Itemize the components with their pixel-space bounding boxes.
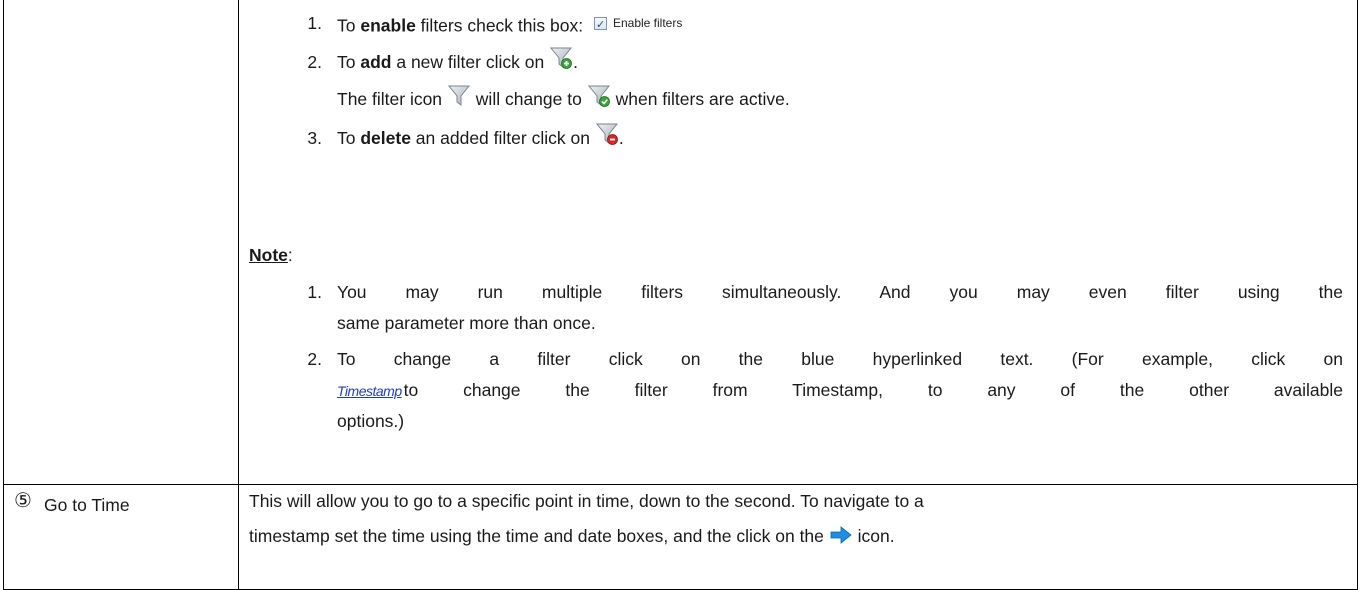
go-to-time-text: This will allow you to go to a specific … <box>249 490 924 511</box>
filters-row-content-cell: 1. To enable filters check this box: Ena… <box>238 0 1358 485</box>
step-text: . <box>573 52 578 72</box>
arrow-right-icon <box>829 525 853 545</box>
step-text: To <box>337 128 361 148</box>
step-text: an added filter click on <box>410 128 590 148</box>
filter-active-icon <box>587 84 611 108</box>
step-text: To <box>337 52 361 72</box>
filter-icon <box>447 84 471 108</box>
filter-add-icon <box>549 46 573 70</box>
note-heading-text: Note <box>249 245 288 265</box>
note-item-text: options.) <box>337 411 405 431</box>
go-to-time-text-line2: timestamp set the time using the time an… <box>249 525 895 547</box>
enable-filters-label: Enable filters <box>612 16 683 30</box>
step-text: a new filter click on <box>391 52 545 72</box>
note-heading: Note: <box>249 244 293 266</box>
list-number: 1. <box>307 282 322 302</box>
note-colon: : <box>287 245 293 265</box>
list-number: 1. <box>307 13 322 33</box>
note-text: The filter icon <box>337 89 443 109</box>
list-number: 3. <box>307 128 322 148</box>
go-to-time-description-cell: This will allow you to go to a specific … <box>238 483 1358 590</box>
step-bold-text: enable <box>360 15 416 36</box>
note-item-text: to change the filter from Timestamp, to … <box>403 380 1343 400</box>
go-to-time-text: timestamp set the time using the time an… <box>249 525 824 546</box>
circled-number-five: ⑤ <box>14 489 32 512</box>
filters-row-label-cell <box>3 0 239 485</box>
go-to-time-text: icon. <box>857 525 895 546</box>
note-text: will change to <box>475 89 582 109</box>
checked-checkbox-icon <box>593 14 607 36</box>
note-text: when filters are active. <box>615 89 790 109</box>
enable-filters-checkbox-image: Enable filters <box>593 12 683 36</box>
go-to-time-row: ⑤ Go to Time This will allow you to go t… <box>3 483 1358 590</box>
go-to-time-label: Go to Time <box>44 494 130 515</box>
document-table: 1. To enable filters check this box: Ena… <box>3 0 1358 590</box>
step-bold-text: add <box>360 52 392 72</box>
go-to-time-label-cell: ⑤ Go to Time <box>3 483 239 590</box>
note-item-text: To change a filter click on the blue hyp… <box>337 349 1343 369</box>
filter-active-note: The filter icon will change to when filt… <box>337 88 790 112</box>
filter-delete-icon <box>595 122 619 146</box>
list-number: 2. <box>307 349 322 369</box>
timestamp-link[interactable]: Timestamp <box>337 380 402 402</box>
step-bold-text: delete <box>360 128 411 148</box>
step-text: . <box>618 128 624 148</box>
filters-row: 1. To enable filters check this box: Ena… <box>3 0 1358 485</box>
note-item-text: same parameter more than once. <box>337 313 596 333</box>
list-number: 2. <box>307 52 322 72</box>
step-text: To <box>337 15 361 36</box>
note-item-text: You may run multiple filters simultaneou… <box>337 282 1343 302</box>
step-text: filters check this box: <box>415 15 584 36</box>
